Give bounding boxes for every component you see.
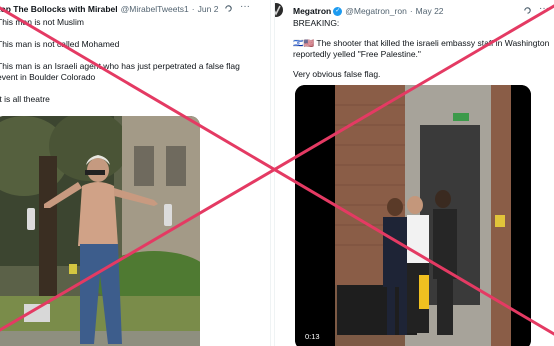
tweet-time[interactable]: May 22 <box>416 6 444 16</box>
author-handle[interactable]: @Megatron_ron <box>345 6 407 16</box>
left-tweet: Stop The Bollocks with Mirabel @MirabelT… <box>0 0 271 346</box>
flag-icons: 🇮🇱🇺🇸 <box>293 38 315 48</box>
tweet-photo[interactable] <box>0 116 200 346</box>
separator: · <box>409 6 413 16</box>
avatar[interactable] <box>275 3 283 17</box>
tweet-video[interactable]: 0:13 <box>295 85 531 346</box>
more-icon[interactable]: ··· <box>539 4 549 14</box>
tweet-time[interactable]: Jun 2 <box>198 4 219 14</box>
tweet-comment: Very obvious false flag. <box>293 69 381 79</box>
breaking-label: BREAKING: <box>293 18 340 28</box>
tweet-body: The shooter that killed the israeli emba… <box>293 38 550 59</box>
verified-badge-icon: ✓ <box>333 6 343 16</box>
more-icon[interactable]: ··· <box>240 2 250 12</box>
tweet-line: This man is not called Mohamed <box>0 39 120 49</box>
video-frame <box>295 85 531 346</box>
grok-icon[interactable] <box>523 6 532 18</box>
tweet-header: Stop The Bollocks with Mirabel @MirabelT… <box>0 4 218 14</box>
photo-image <box>0 116 200 346</box>
author-name[interactable]: Stop The Bollocks with Mirabel <box>0 4 118 14</box>
author-name[interactable]: Megatron <box>293 6 331 16</box>
tweet-header: Megatron ✓ @Megatron_ron · May 22 <box>293 6 444 16</box>
grok-icon[interactable] <box>224 4 233 16</box>
separator: · <box>191 4 195 14</box>
right-tweet: Megatron ✓ @Megatron_ron · May 22 ··· BR… <box>274 0 554 346</box>
tweet-line: This man is not Muslim <box>0 17 84 27</box>
author-handle[interactable]: @MirabelTweets1 <box>121 4 189 14</box>
tweet-line: This man is an Israeli agent who has jus… <box>0 61 240 82</box>
megatron-logo-icon <box>275 5 281 16</box>
tweet-line: It is all theatre <box>0 94 50 104</box>
video-timestamp: 0:13 <box>301 331 324 342</box>
tweet-text: BREAKING: 🇮🇱🇺🇸 The shooter that killed t… <box>293 18 551 80</box>
